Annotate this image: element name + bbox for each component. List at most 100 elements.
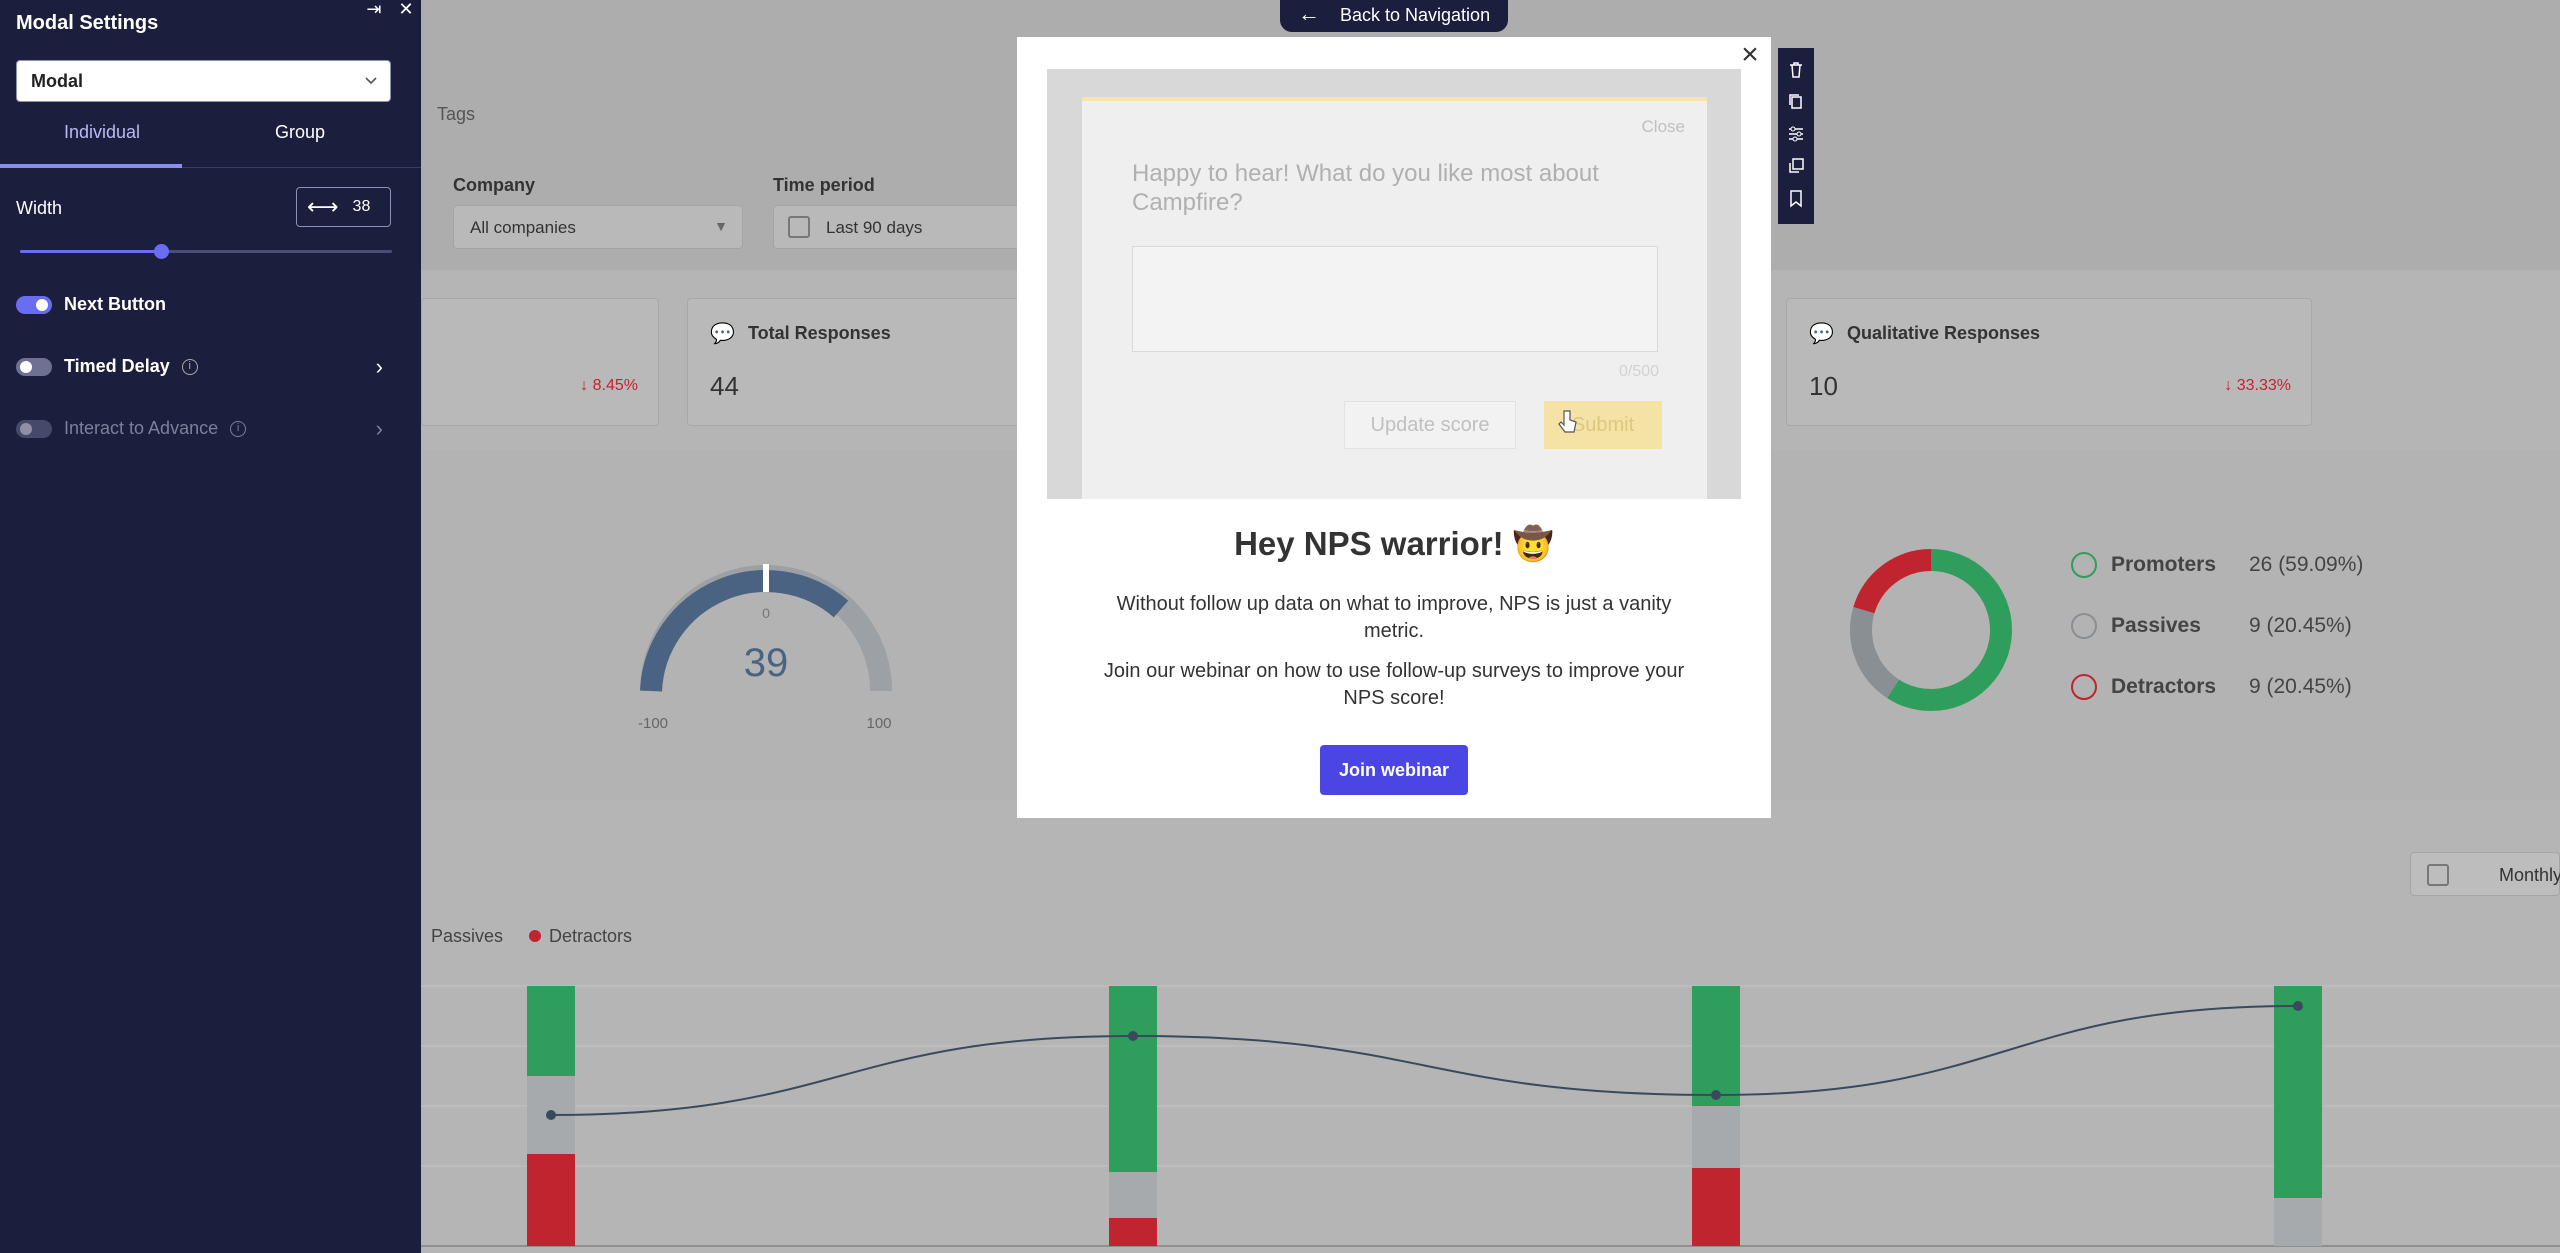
arrow-left-icon: ← (1298, 1, 1320, 26)
trend-bar-segment (1109, 1218, 1157, 1246)
trend-bar-segment (527, 1154, 575, 1246)
info-icon[interactable]: i (181, 358, 198, 375)
metric-title: Qualitative Responses (1847, 323, 2041, 343)
chevron-right-icon[interactable]: › (376, 416, 383, 442)
modal-type-select[interactable]: Modal (16, 60, 391, 102)
pointer-cursor-icon (1558, 410, 1577, 433)
next-button-row: Next Button (16, 294, 391, 315)
preview-close: Close (1641, 117, 1685, 136)
breakdown-label: Passives (2111, 614, 2201, 637)
nps-trend-chart (421, 985, 2560, 1247)
preview-question: Happy to hear! What do you like most abo… (1132, 160, 1599, 216)
nps-trend-panel (421, 830, 2560, 1253)
modal-heading: Hey NPS warrior! 🤠 (1234, 525, 1554, 562)
trend-bar-segment (1692, 1106, 1740, 1168)
close-icon[interactable]: × (1735, 40, 1765, 71)
time-period-filter[interactable]: Last 90 days (773, 205, 1033, 249)
nps-trend-line (550, 1005, 2299, 1116)
nps-breakdown-legend: Promoters 26 (59.09%) Passives 9 (20.45%) De… (2071, 550, 2363, 733)
timed-delay-toggle[interactable] (16, 357, 52, 376)
gauge-value: 39 (744, 641, 789, 685)
modal-body-text-1: Without follow up data on what to improv… (1116, 593, 1672, 642)
trend-bar-segment (2274, 1198, 2322, 1246)
chat-bubble-icon: 💬 (710, 323, 735, 345)
breakdown-row-passives: Passives 9 (20.45%) (2071, 611, 2363, 641)
trend-point[interactable] (1711, 1090, 1721, 1100)
gauge-min: -100 (638, 715, 668, 732)
timed-delay-row[interactable]: Timed Delay i › (16, 354, 391, 380)
width-slider[interactable] (20, 244, 392, 259)
legend-passives[interactable]: Passives (431, 926, 503, 947)
active-tab-indicator (0, 164, 182, 168)
metric-card-total-responses: 💬 Total Responses 44 (687, 298, 1027, 426)
modal-toolbar (1778, 48, 1814, 224)
timed-delay-label: Timed Delay (64, 356, 170, 376)
trend-bar-segment (1692, 986, 1740, 1106)
trash-icon[interactable] (1787, 60, 1805, 80)
width-value: 38 (352, 198, 371, 215)
bookmark-icon[interactable] (1787, 188, 1805, 208)
tab-individual[interactable]: Individual (64, 122, 140, 143)
smile-icon (2071, 552, 2097, 578)
metric-card-qualitative-responses: 💬 Qualitative Responses 10 ↓ 33.33% (1786, 298, 2312, 426)
breakdown-label: Promoters (2111, 553, 2217, 576)
preview-survey-card: Close Happy to hear! What do you like mo… (1082, 97, 1707, 499)
next-button-toggle[interactable] (16, 295, 52, 314)
company-filter-value: All companies (470, 218, 576, 237)
panel-title: Modal Settings (16, 12, 159, 34)
back-to-navigation-button[interactable]: ← Back to Navigation (1280, 0, 1508, 32)
trend-point[interactable] (2293, 1001, 2303, 1011)
horizontal-resize-icon: ⟷ (307, 194, 339, 219)
breakdown-label: Detractors (2111, 675, 2217, 698)
time-period-value: Last 90 days (826, 218, 923, 237)
neutral-face-icon (2071, 613, 2097, 639)
company-filter[interactable]: All companies ▼ (453, 205, 743, 249)
tab-group[interactable]: Group (275, 122, 325, 143)
breakdown-value: 9 (20.45%) (2249, 614, 2352, 637)
modal-body-text-2: Join our webinar on how to use follow-up… (1103, 660, 1685, 709)
width-slider-fill (20, 250, 162, 253)
modal-type-value: Modal (31, 71, 83, 91)
frown-icon (2071, 674, 2097, 700)
metric-card-nps: ↓ 8.45% (421, 298, 659, 426)
metric-title: Total Responses (748, 323, 891, 343)
preview-char-counter: 0/500 (1618, 363, 1659, 380)
interact-to-advance-row[interactable]: Interact to Advance i › (16, 416, 391, 442)
join-webinar-button[interactable]: Join webinar (1320, 745, 1468, 795)
width-label: Width (16, 198, 63, 218)
trend-point[interactable] (546, 1110, 556, 1120)
breakdown-value: 26 (59.09%) (2249, 553, 2364, 576)
trend-bar-segment (527, 986, 575, 1076)
metric-value: 44 (710, 371, 739, 401)
caret-down-icon: ▼ (714, 218, 728, 234)
interval-select[interactable]: Monthly (2410, 852, 2560, 896)
calendar-icon (2427, 864, 2449, 886)
legend-detractors[interactable]: Detractors (529, 926, 632, 947)
gauge-zero: 0 (762, 605, 770, 621)
collapse-panel-icon[interactable]: ⇥ (365, 0, 383, 18)
width-input[interactable]: ⟷ 38 (296, 187, 391, 227)
width-slider-handle[interactable] (154, 244, 170, 259)
tags-filter[interactable]: Tags (437, 104, 475, 125)
calendar-icon (788, 216, 810, 238)
trend-bar-segment (1109, 1172, 1157, 1218)
trend-point[interactable] (1128, 1031, 1138, 1041)
modal-settings-panel: Modal Settings ⇥ ✕ Modal Individual Grou… (0, 0, 421, 1253)
survey-preview-image: Close Happy to hear! What do you like mo… (1047, 69, 1741, 499)
breakdown-value: 9 (20.45%) (2249, 675, 2352, 698)
info-icon[interactable]: i (230, 420, 247, 437)
sliders-icon[interactable] (1787, 124, 1805, 144)
duplicate-icon[interactable] (1787, 156, 1805, 176)
trend-bar-segment (1692, 1168, 1740, 1246)
close-icon[interactable]: ✕ (397, 0, 415, 18)
time-period-filter-label: Time period (773, 175, 875, 195)
interact-to-advance-toggle[interactable] (16, 419, 52, 438)
chevron-right-icon[interactable]: › (376, 354, 383, 380)
trend-legend: Passives Detractors (431, 926, 632, 947)
gauge-max: 100 (866, 715, 891, 732)
settings-tabs: Individual Group (0, 110, 421, 168)
nps-gauge: 39 0 -100 100 (638, 564, 892, 732)
metric-delta: ↓ 8.45% (580, 377, 638, 394)
breakdown-row-detractors: Detractors 9 (20.45%) (2071, 672, 2363, 702)
copy-icon[interactable] (1787, 92, 1805, 112)
